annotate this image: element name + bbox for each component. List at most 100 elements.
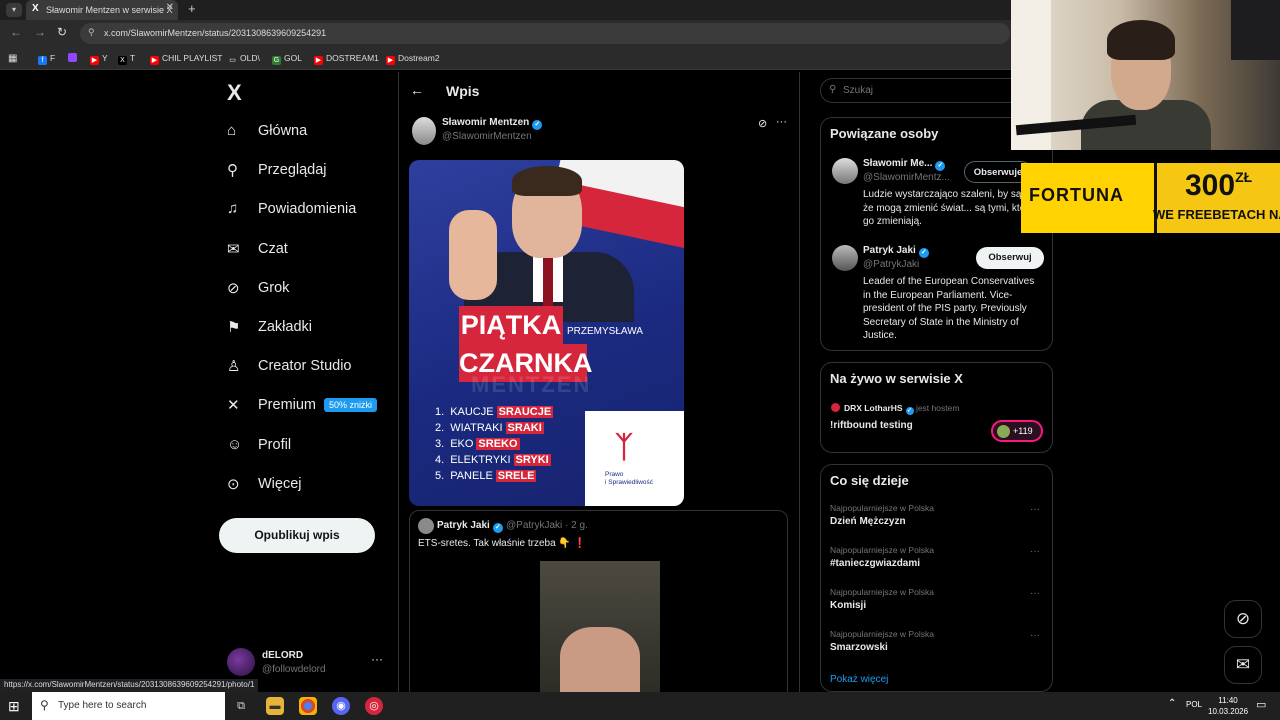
grok-fab-icon[interactable]: ⊘ [1224, 600, 1262, 638]
mail-icon: ✉ [227, 240, 240, 258]
windows-start-icon[interactable]: ⊞ [8, 698, 20, 715]
trend-name[interactable]: Komisji [830, 600, 866, 611]
sidebar-item[interactable]: ✉ Czat [227, 236, 288, 262]
reload-icon[interactable]: ↻ [57, 25, 67, 39]
fortuna-amount-value: 300 [1185, 169, 1236, 202]
clock[interactable]: 11:40 10.03.2026 [1208, 695, 1248, 717]
poster-hair [512, 166, 582, 196]
author-name[interactable]: Sławomir Mentzen ✓ [442, 117, 543, 130]
sidebar-item[interactable]: ✕ Premium 50% zniżki [227, 392, 378, 418]
apps-grid-icon[interactable]: ▦ [8, 53, 17, 64]
related-title: Powiązane osoby [830, 126, 939, 141]
search-input[interactable]: ⚲ Szukaj [820, 78, 1030, 103]
trend-more-icon[interactable]: ··· [1030, 504, 1040, 515]
sidebar-item[interactable]: ♙ Creator Studio [227, 353, 352, 379]
bookmark-item[interactable]: ▶ DOSTREAM1 [314, 53, 379, 65]
bookmark-item[interactable]: ▶ Dostream2 [386, 53, 440, 65]
sidebar-item[interactable]: ⊙ Więcej [227, 471, 302, 497]
poster-item-highlight: SRAUCJE [496, 406, 554, 418]
forward-arrow-icon[interactable]: → [34, 25, 46, 39]
notifications-icon[interactable]: ▭ [1256, 698, 1266, 711]
live-host-text: DRX LotharHS [844, 403, 903, 413]
discord-icon[interactable]: ◉ [332, 697, 350, 715]
bookmark-item[interactable] [68, 53, 80, 63]
bookmark-label: Dostream2 [398, 53, 440, 63]
post-image[interactable]: PIĄTKA CZARNKA PRZEMYSŁAWA MENTZEN 1. KAU… [409, 160, 684, 506]
author-avatar[interactable] [412, 117, 436, 145]
site-info-icon[interactable]: ⚲ [88, 27, 95, 38]
more-dots-icon[interactable]: ··· [371, 652, 383, 666]
poster-watermark: MENTZEN [471, 372, 592, 397]
sidebar-item[interactable]: ⚲ Przeglądaj [227, 157, 327, 183]
bookmark-item[interactable]: ▭ OLD\ [228, 53, 260, 65]
bookmark-item[interactable]: XT [118, 53, 135, 65]
sidebar-item[interactable]: ⚑ Zakładki [227, 314, 312, 340]
search-icon: ⚲ [227, 162, 238, 180]
x-logo-icon[interactable]: X [227, 80, 242, 106]
verified-badge-icon: ✓ [918, 248, 929, 258]
address-bar[interactable]: ⚲ x.com/SlawomirMentzen/status/203130863… [80, 23, 1010, 44]
tab-close-icon[interactable]: ✕ [166, 2, 174, 13]
bookmark-item[interactable]: G GOL [272, 53, 302, 65]
webcam-monitor [1231, 0, 1280, 60]
tab-list-button[interactable]: ▾ [6, 3, 22, 17]
browser-tab[interactable]: X Sławomir Mentzen w serwisie X ✕ [26, 0, 178, 20]
x-favicon-icon: X [32, 3, 39, 14]
live-host[interactable]: DRX LotharHS ✓ jest hostem [844, 403, 959, 415]
bookmark-item[interactable]: ▶ CHIL PLAYLIST [150, 53, 222, 65]
author-handle[interactable]: @SlawomirMentzen [442, 131, 532, 142]
quote-video[interactable] [540, 561, 660, 699]
live-title-text[interactable]: !riftbound testing [830, 420, 913, 431]
poster-item-text: EKO [450, 438, 474, 450]
related-name-1[interactable]: Sławomir Me... ✓ [863, 158, 946, 171]
live-listeners[interactable]: +119 [991, 420, 1043, 442]
bookmark-icon: ▶ [150, 56, 159, 65]
publish-post-button[interactable]: Opublikuj wpis [219, 518, 375, 553]
app-icon[interactable]: ◎ [365, 697, 383, 715]
messages-fab-icon[interactable]: ✉ [1224, 646, 1262, 684]
back-button[interactable]: ← [410, 82, 424, 98]
grok-explain-icon[interactable]: ⊘ [758, 117, 767, 130]
bookmark-item[interactable]: ▶ Y [90, 53, 108, 65]
tray-expand-icon[interactable]: ⌃ [1168, 698, 1176, 709]
post-more-icon[interactable]: ··· [776, 116, 787, 128]
bookmark-icon: ▭ [229, 57, 236, 64]
search-icon: ⚲ [829, 84, 837, 95]
taskbar-search[interactable]: ⚲ Type here to search [32, 692, 225, 720]
quote-text: ETS-sretes. Tak właśnie trzeba 👇 ❗ [418, 538, 587, 549]
show-more-link[interactable]: Pokaż więcej [830, 674, 888, 685]
sidebar-item[interactable]: ♫ Powiadomienia [227, 196, 356, 222]
trend-name[interactable]: #tanieczgwiazdami [830, 558, 920, 569]
related-name-2[interactable]: Patryk Jaki ✓ [863, 245, 929, 258]
task-view-icon[interactable]: ⧉ [232, 697, 250, 715]
trend-more-icon[interactable]: ··· [1030, 588, 1040, 599]
live-title: Na żywo w serwisie X [830, 371, 963, 386]
verified-badge-icon: ✓ [935, 161, 946, 171]
sidebar-item[interactable]: ⊘ Grok [227, 275, 289, 301]
language-indicator[interactable]: POL [1186, 700, 1202, 709]
back-arrow-icon[interactable]: ← [10, 25, 22, 39]
avatar[interactable] [832, 245, 858, 271]
chrome-icon[interactable] [299, 697, 317, 715]
quoted-post[interactable]: Patryk Jaki ✓ @PatrykJaki · 2 g. ETS-sret… [409, 510, 788, 700]
poster-headline-1: PIĄTKA [459, 306, 563, 344]
bookmark-item[interactable]: fF [38, 53, 55, 65]
sidebar-item[interactable]: ⌂ Główna [227, 118, 307, 144]
bookmark-icon: X [118, 56, 127, 65]
trend-more-icon[interactable]: ··· [1030, 630, 1040, 641]
trend-name[interactable]: Smarzowski [830, 642, 888, 653]
sidebar-item[interactable]: ☺ Profil [227, 432, 291, 458]
file-explorer-icon[interactable]: ▬ [266, 697, 284, 715]
bookmark-icon: f [38, 56, 47, 65]
bell-icon: ♫ [227, 200, 239, 218]
trend-name[interactable]: Dzień Mężczyzn [830, 516, 906, 527]
follow-button[interactable]: Obserwuj [976, 247, 1044, 269]
fortuna-ad: FORTUNA 300ZŁ WE FREEBETACH NA STA [1021, 163, 1280, 233]
related-bio-2: Leader of the European Conservatives in … [863, 276, 1035, 341]
avatar[interactable] [832, 158, 858, 184]
bookmark-label: T [130, 53, 136, 63]
new-tab-button[interactable]: + [188, 1, 196, 16]
account-switcher[interactable]: dELORD @followdelord ··· [227, 648, 387, 678]
more-circle-icon: ⊙ [227, 475, 240, 493]
trend-more-icon[interactable]: ··· [1030, 546, 1040, 557]
